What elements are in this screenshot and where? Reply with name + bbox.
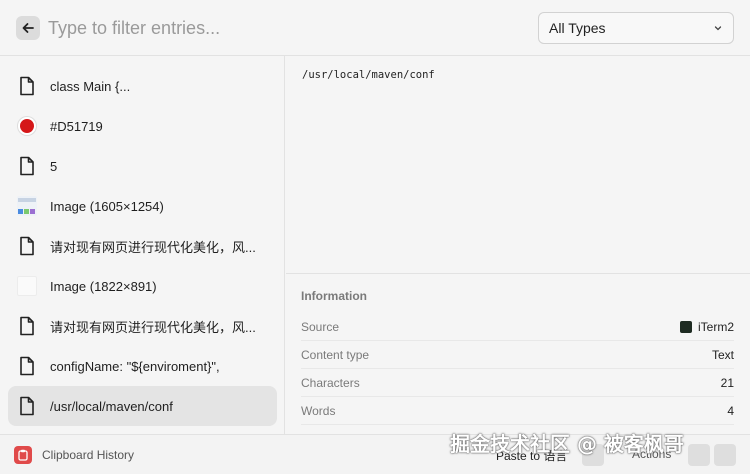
entry-label: configName: "${enviroment}",: [50, 358, 220, 374]
info-key: Characters: [301, 375, 360, 390]
iterm-app-icon: [679, 320, 692, 333]
k-key-hint: [714, 444, 736, 466]
entry-label: Image (1605×1254): [50, 198, 164, 214]
list-item[interactable]: 5: [8, 146, 277, 186]
info-key: Words: [301, 403, 336, 418]
entry-label: 请对现有网页进行现代化美化，风...: [50, 239, 256, 255]
clipboard-entry-list: class Main {... #D51719 5 Image (1605×12…: [0, 56, 285, 434]
list-item[interactable]: 请对现有网页进行现代化美化，风...: [8, 306, 277, 346]
info-row-source: Source iTerm2: [301, 313, 734, 341]
back-button[interactable]: [16, 16, 40, 40]
type-filter-value: All Types: [549, 20, 606, 36]
info-row-words: Words 4: [301, 397, 734, 425]
entry-label: class Main {...: [50, 78, 131, 94]
list-item[interactable]: 请对现有网页进行现代化美化，风...: [8, 226, 277, 266]
file-icon: [17, 396, 37, 416]
information-section: Information Source iTerm2 Content type T…: [286, 273, 750, 434]
file-icon: [17, 356, 37, 376]
entry-label: Image (1822×891): [50, 278, 157, 294]
file-icon: [17, 236, 37, 256]
detail-panel: /usr/local/maven/conf Information Source…: [286, 56, 750, 434]
image-thumbnail-icon: [17, 276, 37, 296]
list-item[interactable]: Image (1822×891): [8, 266, 277, 306]
file-icon: [17, 316, 37, 336]
list-item[interactable]: #D51719: [8, 106, 277, 146]
info-value: 21: [720, 375, 734, 390]
top-bar: All Types: [0, 0, 750, 56]
entry-label: #D51719: [50, 118, 103, 134]
info-value: 4: [727, 403, 734, 418]
info-row-characters: Characters 21: [301, 369, 734, 397]
info-key: Content type: [301, 347, 370, 362]
entry-label: 请对现有网页进行现代化美化，风...: [50, 319, 256, 335]
arrow-left-icon: [22, 23, 34, 33]
entry-content: /usr/local/maven/conf: [302, 69, 435, 81]
list-item[interactable]: class Main {...: [8, 66, 277, 106]
search-input[interactable]: [48, 14, 518, 42]
entry-label: 5: [50, 158, 58, 174]
list-item[interactable]: configName: "${enviroment}",: [8, 346, 277, 386]
clipboard-icon: [14, 446, 32, 464]
information-heading: Information: [301, 289, 367, 303]
info-value: iTerm2: [697, 319, 734, 334]
cmd-key-hint: [688, 444, 710, 466]
file-icon: [17, 156, 37, 176]
extension-title: Clipboard History: [42, 448, 135, 462]
info-row-content-type: Content type Text: [301, 341, 734, 369]
entry-label: /usr/local/maven/conf: [50, 398, 173, 414]
image-thumbnail-icon: [17, 196, 37, 216]
info-value: Text: [711, 347, 734, 362]
list-item-selected[interactable]: /usr/local/maven/conf: [8, 386, 277, 426]
color-swatch-icon: [17, 116, 37, 136]
watermark-text: 掘金技术社区 @ 被客枫哥: [450, 432, 684, 456]
file-icon: [17, 76, 37, 96]
type-filter-select[interactable]: All Types: [538, 12, 734, 44]
info-key: Source: [301, 319, 340, 334]
chevron-down-icon: [714, 26, 722, 31]
list-item[interactable]: Image (1605×1254): [8, 186, 277, 226]
